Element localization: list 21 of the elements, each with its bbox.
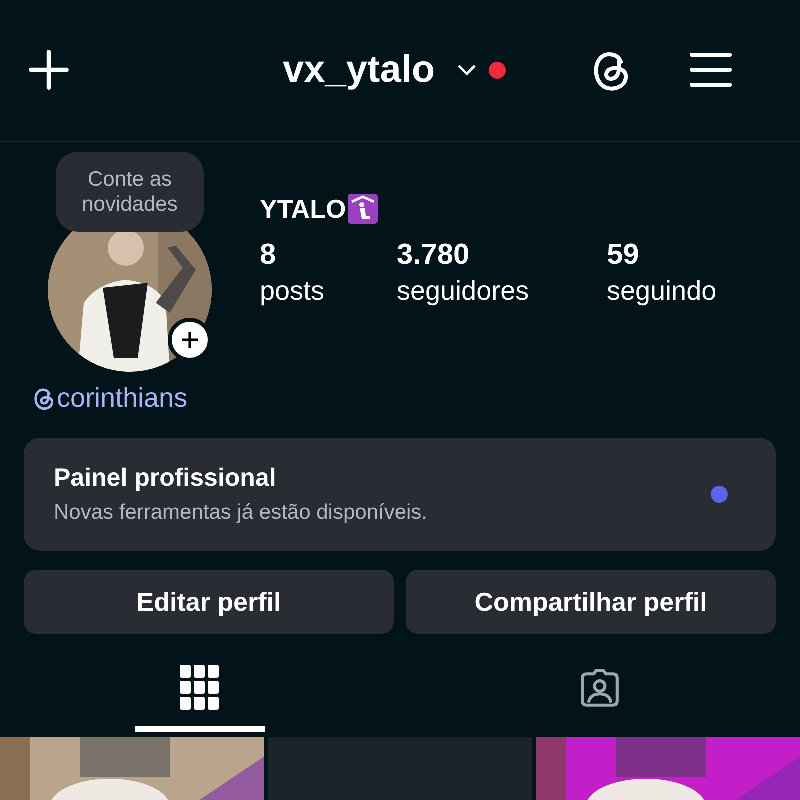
profile-button[interactable]: Compartilhar perfil [406, 570, 776, 634]
dashboard-card[interactable]: Painel profissional Novas ferramentas já estão disponíveis. [24, 438, 776, 552]
stat-label[interactable]: posts [260, 276, 397, 307]
note-tooltip[interactable]: Conte as novidades [56, 152, 204, 232]
dashboard-title: Painel profissional [54, 464, 278, 493]
dashboard-subtitle: Novas ferramentas já estão disponíveis. [54, 500, 429, 525]
chevron-down-icon[interactable] [457, 64, 478, 76]
stat-label[interactable]: seguidores [397, 276, 607, 307]
threads-link[interactable]: corinthians [57, 382, 188, 414]
worship-icon [348, 194, 378, 224]
profile-button[interactable]: Editar perfil [24, 570, 394, 634]
stat-count[interactable]: 3.780 [397, 238, 607, 272]
stat-count[interactable]: 8 [260, 238, 397, 272]
menu-icon[interactable] [689, 51, 734, 90]
threads-icon[interactable] [33, 386, 55, 411]
username[interactable]: vx_ytalo [283, 48, 436, 92]
display-name: YTALO [260, 194, 346, 225]
grid-icon [180, 665, 220, 712]
add-icon[interactable] [28, 49, 70, 92]
stat-count[interactable]: 59 [607, 238, 717, 272]
stat-label[interactable]: seguindo [607, 276, 717, 307]
